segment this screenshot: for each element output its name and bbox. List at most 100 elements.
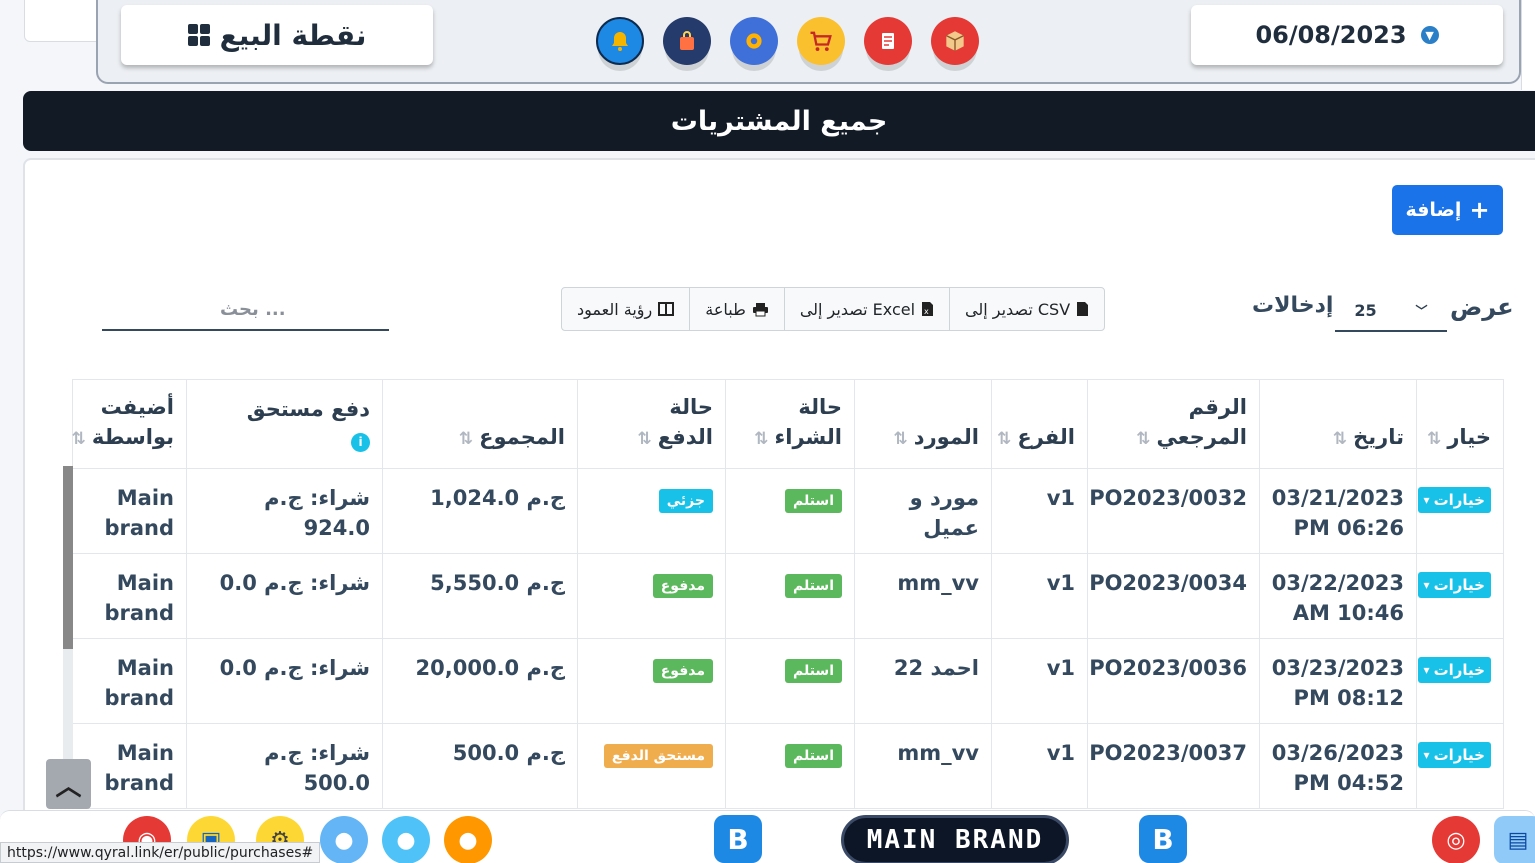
cell-date: 03/21/2023 PM 06:26 (1259, 468, 1417, 554)
columns-icon (658, 302, 675, 316)
arrow-down-icon: ▼ (1420, 26, 1439, 44)
branch-value: v1 (1046, 656, 1075, 680)
left-header-stub (24, 0, 102, 42)
payment-status-badge: مستحق الدفع (603, 744, 713, 768)
caret-down-icon: ▾ (1423, 493, 1430, 507)
col-header-payment-status[interactable]: حالة الدفع⇅ (577, 379, 726, 469)
ref-no-value: PO2023/0036 (1089, 656, 1247, 680)
status-url-text: https://www.qyral.link/er/public/purchas… (7, 844, 314, 861)
date-value: 03/21/2023 PM 06:26 (1271, 486, 1404, 540)
date-selector[interactable]: 06/08/2023 ▼ (1191, 5, 1503, 65)
main-brand-button[interactable]: MAIN BRAND (841, 815, 1069, 863)
sort-icon: ⇅ (458, 429, 474, 449)
table-header-row: خيار⇅ تاريخ⇅ الرقم المرجعي⇅ الفرع⇅ المور… (71, 379, 1504, 469)
sort-icon: ⇅ (754, 429, 769, 449)
col-header-action[interactable]: خيار⇅ (1416, 379, 1504, 469)
cell-payment-status: مدفوع (577, 553, 726, 639)
box-icon[interactable] (931, 17, 979, 65)
invoice-icon[interactable] (864, 17, 912, 65)
search-input[interactable]: بحث ... (102, 289, 389, 331)
cell-branch: v1 (991, 723, 1088, 809)
cell-branch: v1 (991, 468, 1088, 554)
total-value: ج.م 500.0 (452, 741, 565, 765)
col-header-purchase-status[interactable]: حالة الشراء⇅ (725, 379, 855, 469)
cell-payment-due: شراء: ج.م 0.0 (186, 553, 383, 639)
csv-file-icon (1077, 302, 1089, 316)
branch-value: v1 (1046, 571, 1075, 595)
cell-total: ج.م 20,000.0 (382, 638, 578, 724)
print-button[interactable]: طباعة (689, 288, 784, 330)
payment-due-value: شراء: ج.م 0.0 (219, 656, 370, 680)
table-scrollbar-thumb[interactable] (63, 466, 73, 649)
cell-payment-status: مستحق الدفع (577, 723, 726, 809)
cart-icon[interactable] (797, 17, 845, 65)
total-value: ج.م 5,550.0 (430, 571, 565, 595)
table-row: خيارات ▾ 03/26/2023 PM 04:52 PO2023/0037 v1 m… (72, 723, 1504, 809)
info-icon[interactable]: i (351, 432, 370, 452)
brand-b-button-left[interactable]: B (714, 815, 762, 863)
sort-icon: ⇅ (71, 429, 86, 449)
brand-b-letter: B (727, 822, 749, 856)
brand-b-letter: B (1152, 822, 1174, 856)
supplier-value: mm_vv (897, 741, 979, 765)
clipboard-icon[interactable]: ▤ (1494, 816, 1535, 863)
cell-branch: v1 (991, 553, 1088, 639)
payment-status-badge: مدفوع (652, 574, 713, 598)
col-header-branch[interactable]: الفرع⇅ (991, 379, 1088, 469)
caret-down-icon: ▾ (1423, 663, 1430, 677)
cell-ref-no: PO2023/0034 (1087, 553, 1260, 639)
caret-down-icon: ▾ (1423, 748, 1430, 762)
col-header-ref-no[interactable]: الرقم المرجعي⇅ (1087, 379, 1260, 469)
cell-supplier: mm_vv (854, 723, 992, 809)
column-visibility-label: رؤية العمود (577, 299, 653, 319)
sort-icon: ⇅ (997, 429, 1012, 449)
settings-gear-icon[interactable] (730, 17, 778, 65)
export-csv-button[interactable]: تصدير إلى CSV (949, 288, 1104, 330)
add-purchase-button[interactable]: إضافة + (1392, 185, 1503, 235)
cell-total: ج.م 1,024.0 (382, 468, 578, 554)
chevron-down-icon: ﹀ (1415, 303, 1428, 318)
brand-b-button-right[interactable]: B (1139, 815, 1187, 863)
main-brand-label: MAIN BRAND (866, 825, 1044, 855)
cell-payment-due: شراء: ج.م 500.0 (186, 723, 383, 809)
eye-icon[interactable]: ◎ (1432, 816, 1480, 863)
col-header-payment-due[interactable]: دفع مستحق i (186, 379, 383, 469)
column-visibility-button[interactable]: رؤية العمود (562, 288, 689, 330)
date-value: 03/26/2023 PM 04:52 (1271, 741, 1404, 795)
col-header-added-by[interactable]: أضيفت بواسطة⇅ (71, 379, 187, 469)
export-excel-button[interactable]: تصدير إلى Excel x (783, 288, 949, 330)
options-dropdown-button[interactable]: خيارات ▾ (1417, 742, 1491, 768)
status-bar-url: https://www.qyral.link/er/public/purchas… (0, 842, 321, 863)
table-row: خيارات ▾ 03/21/2023 PM 06:26 PO2023/0032 v1 م… (72, 468, 1504, 554)
caret-down-icon: ▾ (1423, 578, 1430, 592)
user-icon[interactable]: ● (320, 816, 368, 863)
cell-date: 03/22/2023 AM 10:46 (1259, 553, 1417, 639)
cell-action: خيارات ▾ (1416, 553, 1504, 639)
options-dropdown-button[interactable]: خيارات ▾ (1417, 487, 1491, 513)
cell-ref-no: PO2023/0036 (1087, 638, 1260, 724)
entries-select[interactable]: 25 ﹀ (1335, 290, 1447, 332)
col-header-total[interactable]: المجموع⇅ (382, 379, 578, 469)
pos-button[interactable]: نقطة البيع (121, 5, 433, 65)
shopping-bag-icon[interactable] (663, 17, 711, 65)
search-placeholder: بحث ... (220, 298, 286, 320)
user-avatar-orange-icon[interactable]: ● (444, 816, 492, 863)
sort-icon: ⇅ (1332, 429, 1348, 449)
options-dropdown-button[interactable]: خيارات ▾ (1417, 657, 1491, 683)
cell-added-by: Main brand (72, 468, 187, 554)
purchase-status-badge: استلم (785, 744, 842, 768)
entries-label: إدخالات (1252, 293, 1334, 318)
bell-icon[interactable] (596, 17, 644, 65)
page: نقطة البيع 06/08/2023 ▼ جميع المشتريات إ… (0, 0, 1535, 863)
col-header-date[interactable]: تاريخ⇅ (1259, 379, 1417, 469)
cell-branch: v1 (991, 638, 1088, 724)
print-label: طباعة (705, 299, 746, 319)
supplier-value: مورد و عميل (909, 486, 979, 540)
user-avatar-icon[interactable]: ● (382, 816, 430, 863)
options-dropdown-button[interactable]: خيارات ▾ (1417, 572, 1491, 598)
cell-date: 03/23/2023 PM 08:12 (1259, 638, 1417, 724)
scroll-to-top-button[interactable]: ︿ (46, 759, 91, 809)
purchase-status-badge: استلم (785, 574, 842, 598)
col-header-supplier[interactable]: المورد⇅ (854, 379, 992, 469)
pos-label: نقطة البيع (219, 18, 367, 52)
